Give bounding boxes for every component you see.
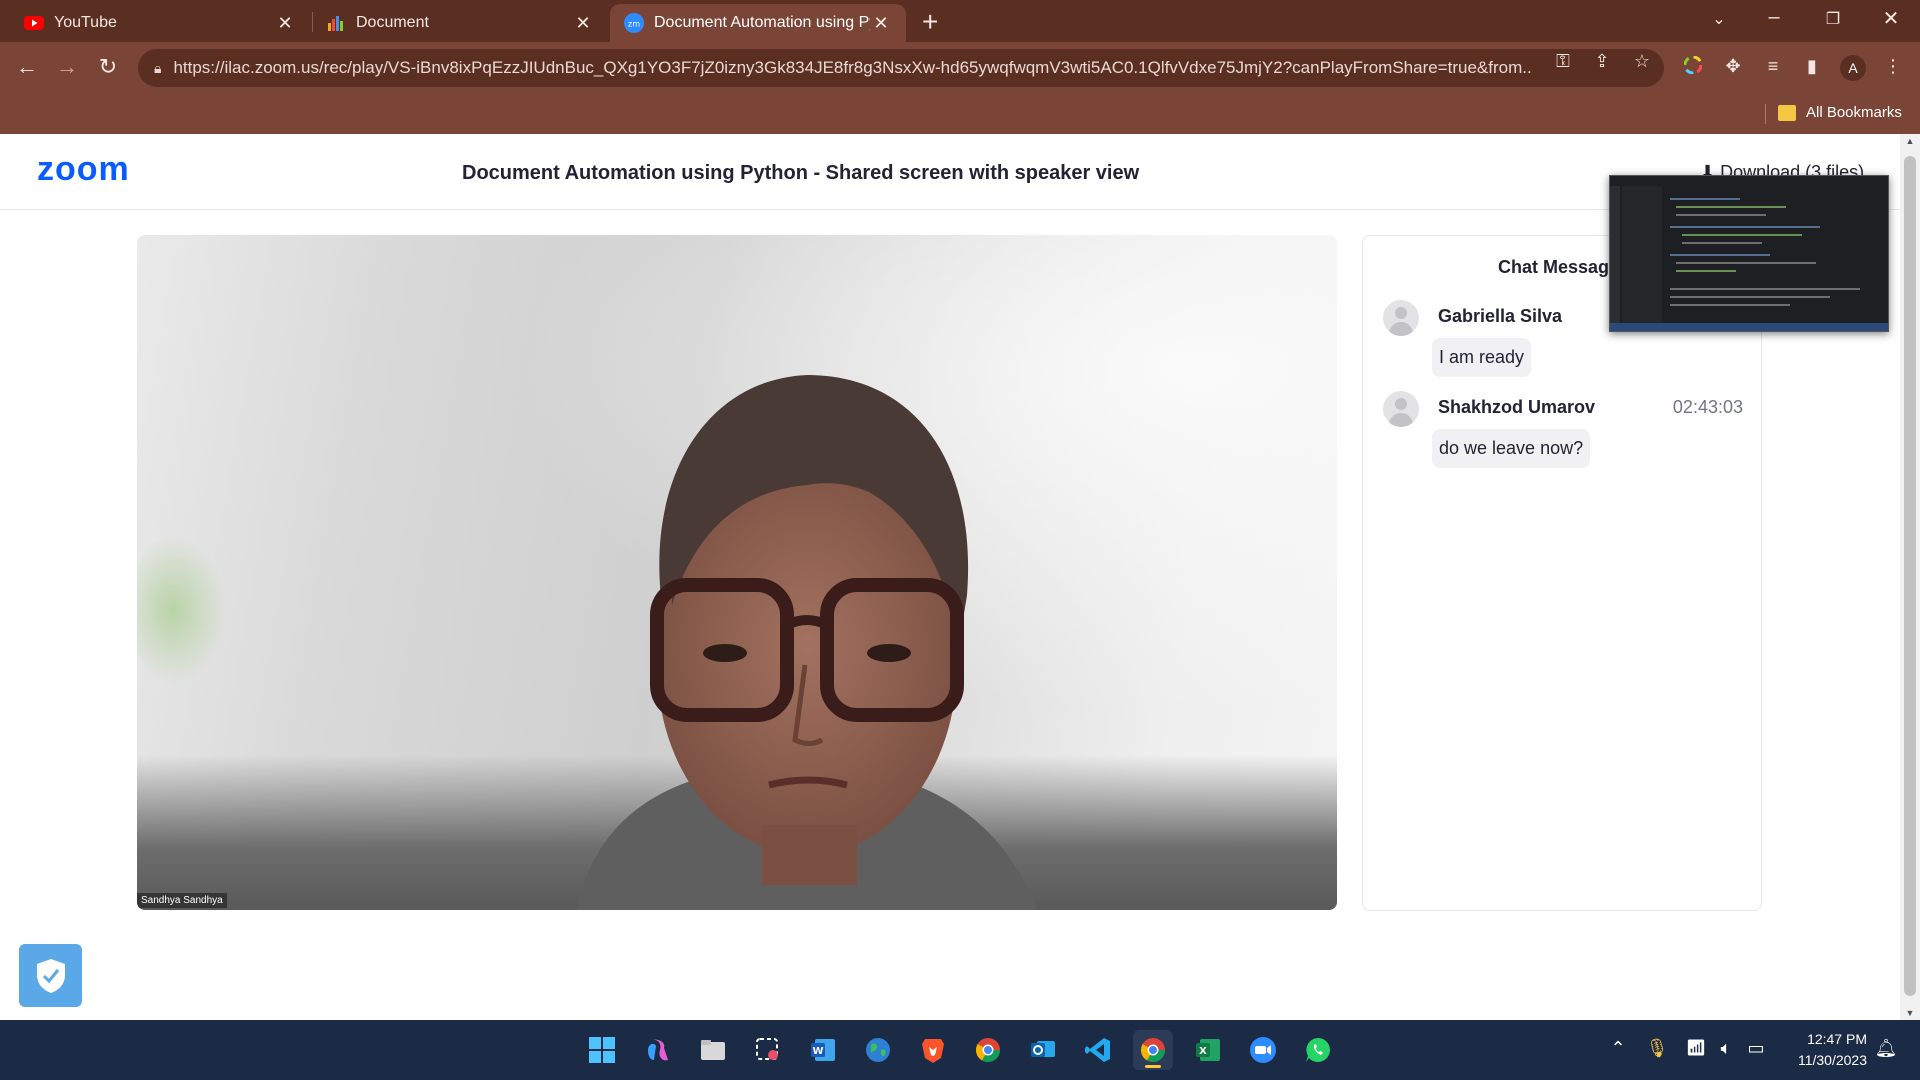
zoom-logo[interactable]: zoom xyxy=(37,150,130,189)
chat-panel: Chat Messages Gabriella Silva I am ready… xyxy=(1362,235,1762,911)
zoom-icon: zm xyxy=(624,13,644,33)
zoom-recording-page: zoom Document Automation using Python - … xyxy=(0,134,1900,1020)
editor-activity-bar xyxy=(1610,186,1620,323)
vscode-icon[interactable] xyxy=(1078,1030,1118,1070)
close-icon[interactable]: ✕ xyxy=(870,13,892,34)
svg-text:X: X xyxy=(1199,1046,1207,1057)
snipping-tool-icon[interactable] xyxy=(748,1030,788,1070)
minimize-icon[interactable]: – xyxy=(1754,6,1794,29)
back-icon[interactable]: ← xyxy=(12,54,42,80)
side-panel-icon[interactable]: ▮ xyxy=(1798,56,1826,77)
brave-icon[interactable] xyxy=(913,1030,953,1070)
zoom-app-icon[interactable] xyxy=(1243,1030,1283,1070)
background-plant xyxy=(137,535,227,685)
chrome-profile-icon[interactable] xyxy=(1133,1030,1173,1070)
restore-icon[interactable]: ❐ xyxy=(1813,9,1853,29)
page-scrollbar[interactable]: ▲ ▼ xyxy=(1900,134,1920,1020)
svg-text:W: W xyxy=(812,1046,823,1057)
speaker-video[interactable]: Sandhya Sandhya xyxy=(137,235,1337,910)
browser-toolbar: ← → ↻ 🔒︎ https://ilac.zoom.us/rec/play/V… xyxy=(0,42,1920,94)
avatar xyxy=(1383,391,1419,427)
bookmark-star-icon[interactable]: ☆ xyxy=(1628,51,1656,72)
all-bookmarks-button[interactable]: All Bookmarks xyxy=(1806,104,1902,121)
whatsapp-icon[interactable] xyxy=(1298,1030,1338,1070)
extensions-puzzle-icon[interactable]: ✥ xyxy=(1719,56,1747,77)
speaker-person xyxy=(577,375,1037,910)
reload-icon[interactable]: ↻ xyxy=(93,54,123,80)
chat-sender: Gabriella Silva xyxy=(1438,306,1563,326)
tab-zoom-recording[interactable]: zm Document Automation using Py ✕ xyxy=(610,4,906,42)
chat-bubble: I am ready xyxy=(1432,338,1532,377)
microphone-icon[interactable]: 🎙︎ xyxy=(1644,1038,1670,1059)
outlook-icon[interactable] xyxy=(1023,1030,1063,1070)
tab-title: Document xyxy=(356,14,429,31)
excel-icon[interactable]: X xyxy=(1188,1030,1228,1070)
scroll-up-icon[interactable]: ▲ xyxy=(1900,136,1920,146)
copilot-icon[interactable] xyxy=(638,1030,678,1070)
scrollbar-thumb[interactable] xyxy=(1904,156,1916,996)
file-explorer-icon[interactable] xyxy=(693,1030,733,1070)
close-window-icon[interactable]: ✕ xyxy=(1871,6,1911,31)
avatar xyxy=(1383,300,1419,336)
reading-list-icon[interactable]: ≡ xyxy=(1759,56,1787,77)
windows-taskbar: W X ⌃ 🎙︎ 📶︎ 🔈︎ ▭ 12:47 PM 11/30/2023 🔔︎ xyxy=(0,1020,1920,1080)
editor-file-tree xyxy=(1622,186,1662,323)
lock-icon: 🔒︎ xyxy=(154,59,162,76)
windows-start-icon[interactable] xyxy=(582,1030,622,1070)
key-icon[interactable]: ⚿ xyxy=(1549,51,1577,72)
shield-check-icon[interactable] xyxy=(19,944,82,1007)
profile-avatar[interactable]: A xyxy=(1840,55,1866,81)
chat-message: Shakhzod Umarov 02:43:03 do we leave now… xyxy=(1383,391,1743,471)
forward-icon[interactable]: → xyxy=(52,54,82,80)
battery-icon[interactable]: ▭ xyxy=(1743,1038,1769,1059)
chat-bubble: do we leave now? xyxy=(1432,429,1591,468)
recording-title: Document Automation using Python - Share… xyxy=(462,162,1140,184)
tab-title: Document Automation using Py xyxy=(654,14,870,31)
address-bar[interactable]: 🔒︎ https://ilac.zoom.us/rec/play/VS-iBnv… xyxy=(138,49,1664,87)
url-text[interactable]: https://ilac.zoom.us/rec/play/VS-iBnv8ix… xyxy=(173,58,1533,78)
active-indicator xyxy=(1145,1065,1161,1068)
close-icon[interactable]: ✕ xyxy=(274,13,296,34)
clock-date: 11/30/2023 xyxy=(1797,1052,1867,1068)
menu-kebab-icon[interactable]: ⋮ xyxy=(1879,56,1907,77)
tray-overflow-icon[interactable]: ⌃ xyxy=(1605,1038,1631,1059)
tab-document[interactable]: Document ✕ xyxy=(312,4,608,42)
scroll-down-icon[interactable]: ▼ xyxy=(1900,1008,1920,1018)
chart-bars-icon xyxy=(326,13,346,33)
clock-time: 12:47 PM xyxy=(1807,1031,1867,1047)
notification-bell-icon[interactable]: 🔔︎ xyxy=(1873,1038,1899,1059)
close-icon[interactable]: ✕ xyxy=(572,13,594,34)
editor-status-bar xyxy=(1610,323,1888,331)
chat-sender: Shakhzod Umarov xyxy=(1438,397,1596,417)
browser-tab-bar: YouTube ✕ Document ✕ zm Document Automat… xyxy=(0,0,1920,42)
youtube-icon xyxy=(24,13,44,33)
tab-youtube[interactable]: YouTube ✕ xyxy=(10,4,310,42)
chrome-icon[interactable] xyxy=(968,1030,1008,1070)
word-icon[interactable]: W xyxy=(803,1030,843,1070)
color-wheel-extension-icon[interactable] xyxy=(1679,55,1707,79)
speaker-name-tag: Sandhya Sandhya xyxy=(137,893,227,908)
shared-screen-thumbnail[interactable] xyxy=(1609,175,1889,332)
system-clock[interactable]: 12:47 PM 11/30/2023 xyxy=(1783,1029,1867,1071)
new-tab-button[interactable]: + xyxy=(922,6,938,38)
bookmarks-bar: All Bookmarks xyxy=(0,94,1920,134)
folder-icon xyxy=(1778,105,1796,121)
earth-icon[interactable] xyxy=(858,1030,898,1070)
volume-icon[interactable]: 🔈︎ xyxy=(1713,1038,1739,1059)
chat-time[interactable]: 02:43:03 xyxy=(1673,397,1743,418)
tab-search-icon[interactable]: ⌄ xyxy=(1699,9,1739,29)
zoom-favicon-text: zm xyxy=(628,20,640,29)
wifi-icon[interactable]: 📶︎ xyxy=(1683,1038,1709,1058)
share-icon[interactable]: ⇪ xyxy=(1588,51,1616,72)
tab-title: YouTube xyxy=(54,14,117,31)
bookmarks-separator xyxy=(1765,104,1766,124)
